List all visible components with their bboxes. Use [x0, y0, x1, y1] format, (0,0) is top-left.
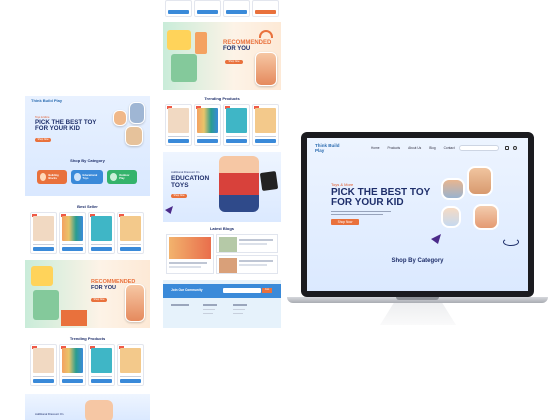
product-card[interactable] — [223, 104, 250, 146]
swirl-icon — [503, 238, 519, 246]
nav-link[interactable]: About Us — [408, 146, 421, 150]
newsletter-bar: Join Our Community Join — [163, 284, 281, 298]
cart-icon[interactable] — [505, 146, 509, 150]
portfolio-canvas: RECOMMENDED FOR YOU Shop Now Trending Pr… — [0, 0, 560, 420]
shop-now-button[interactable]: Shop Now — [35, 138, 51, 142]
product-card[interactable] — [165, 104, 192, 146]
best-seller-grid — [28, 212, 148, 254]
website-preview: Think Build Play Home Products About Us … — [307, 138, 528, 291]
latest-blogs-heading: Latest Blogs — [209, 226, 234, 231]
kid-photo — [441, 206, 461, 228]
kid-photo — [125, 284, 145, 322]
shop-now-button[interactable]: Shop Now — [91, 298, 107, 302]
blog-image — [169, 237, 211, 259]
category-chip[interactable]: Outdoor Play — [107, 170, 137, 184]
product-card[interactable] — [59, 344, 86, 386]
product-card[interactable] — [252, 104, 279, 146]
outdoor-icon — [110, 173, 118, 181]
nav-link[interactable]: Products — [388, 146, 401, 150]
kid-photo — [441, 178, 465, 200]
product-card[interactable] — [88, 212, 115, 254]
recommended-banner-top: RECOMMENDED FOR YOU Shop Now — [163, 22, 281, 90]
blog-card[interactable] — [166, 234, 214, 274]
blog-image — [219, 237, 237, 252]
brand-logo[interactable]: Think Build Play — [31, 98, 62, 103]
shop-by-category-heading: Shop By Category — [70, 158, 105, 163]
product-card[interactable] — [194, 0, 221, 17]
education-icon — [74, 173, 81, 181]
best-seller-heading: Best Seller — [77, 204, 98, 209]
trending-grid-top — [163, 104, 281, 146]
toy-image — [259, 170, 279, 192]
shop-now-button[interactable]: Shop Now — [225, 60, 243, 64]
brand-logo[interactable]: Think Build Play — [315, 143, 345, 153]
kid-photo — [129, 102, 145, 124]
blocks-icon — [40, 173, 47, 181]
hero-section-left: Think Build Play Toys & More PICK THE BE… — [25, 96, 150, 196]
user-icon[interactable] — [513, 146, 517, 150]
toy-image — [167, 30, 191, 50]
footer-section: Join Our Community Join — [163, 280, 281, 328]
category-chip[interactable]: Building Blocks — [37, 170, 67, 184]
shop-now-button[interactable]: Shop Now — [331, 219, 359, 225]
product-card[interactable] — [30, 344, 57, 386]
trending-heading: Trending Products — [204, 96, 240, 101]
kid-photo — [467, 166, 493, 196]
nav-link[interactable]: Contact — [444, 146, 455, 150]
product-card[interactable] — [117, 344, 144, 386]
product-card[interactable] — [59, 212, 86, 254]
laptop-screen: Think Build Play Home Products About Us … — [301, 132, 534, 297]
toy-image — [31, 266, 53, 286]
trending-heading: Trending Products — [69, 336, 106, 341]
kid-photo — [85, 400, 113, 420]
product-card[interactable] — [30, 212, 57, 254]
education-banner: Additional Discount On EDUCATION TOYS Sh… — [163, 152, 281, 222]
edu-title: EDUCATION TOYS — [171, 175, 210, 189]
toy-image — [195, 32, 207, 54]
recommended-title: RECOMMENDED FOR YOU — [223, 40, 272, 52]
product-card[interactable] — [165, 0, 192, 17]
shop-now-button[interactable]: Shop Now — [171, 194, 187, 198]
search-input[interactable] — [459, 145, 499, 151]
laptop-notch — [396, 297, 439, 300]
shop-by-category-heading: Shop By Category — [391, 258, 444, 264]
kid-photo — [219, 156, 259, 212]
top-product-strip — [163, 0, 281, 18]
join-community-label: Join Our Community — [171, 288, 203, 292]
hero-title: PICK THE BEST TOY FOR YOUR KID — [35, 119, 97, 133]
product-card[interactable] — [194, 104, 221, 146]
blog-card[interactable] — [216, 234, 278, 253]
site-header: Think Build Play Home Products About Us … — [307, 138, 528, 158]
paper-plane-icon — [431, 234, 441, 244]
kid-photo — [113, 110, 127, 126]
paper-plane-icon — [165, 206, 173, 214]
newsletter-email-input[interactable] — [223, 288, 261, 293]
product-card[interactable] — [117, 212, 144, 254]
toy-image — [171, 54, 197, 82]
toy-image — [33, 290, 59, 320]
recommended-banner-left: RECOMMENDED FOR YOU Shop Now — [25, 260, 150, 328]
hero-title: PICK THE BEST TOY FOR YOUR KID — [331, 187, 431, 208]
kid-photo — [125, 126, 143, 146]
toy-image — [61, 310, 87, 326]
blog-card[interactable] — [216, 255, 278, 274]
join-button[interactable]: Join — [262, 288, 272, 293]
edu-kicker: Additional Discount On — [35, 412, 64, 416]
nav-link[interactable]: Blog — [429, 146, 435, 150]
blog-image — [219, 258, 237, 273]
product-card[interactable] — [252, 0, 279, 17]
kid-photo — [255, 52, 277, 86]
product-card[interactable] — [88, 344, 115, 386]
education-banner-left: Additional Discount On — [25, 394, 150, 420]
product-card[interactable] — [223, 0, 250, 17]
rainbow-icon — [259, 30, 273, 38]
trending-grid-left — [28, 344, 148, 386]
main-nav: Home Products About Us Blog Contact — [371, 146, 455, 150]
edu-kicker: Additional Discount On — [171, 170, 200, 174]
kid-photo — [473, 204, 499, 230]
nav-link[interactable]: Home — [371, 146, 380, 150]
laptop-shadow — [380, 303, 456, 325]
category-chip[interactable]: Educational Toys — [71, 170, 103, 184]
